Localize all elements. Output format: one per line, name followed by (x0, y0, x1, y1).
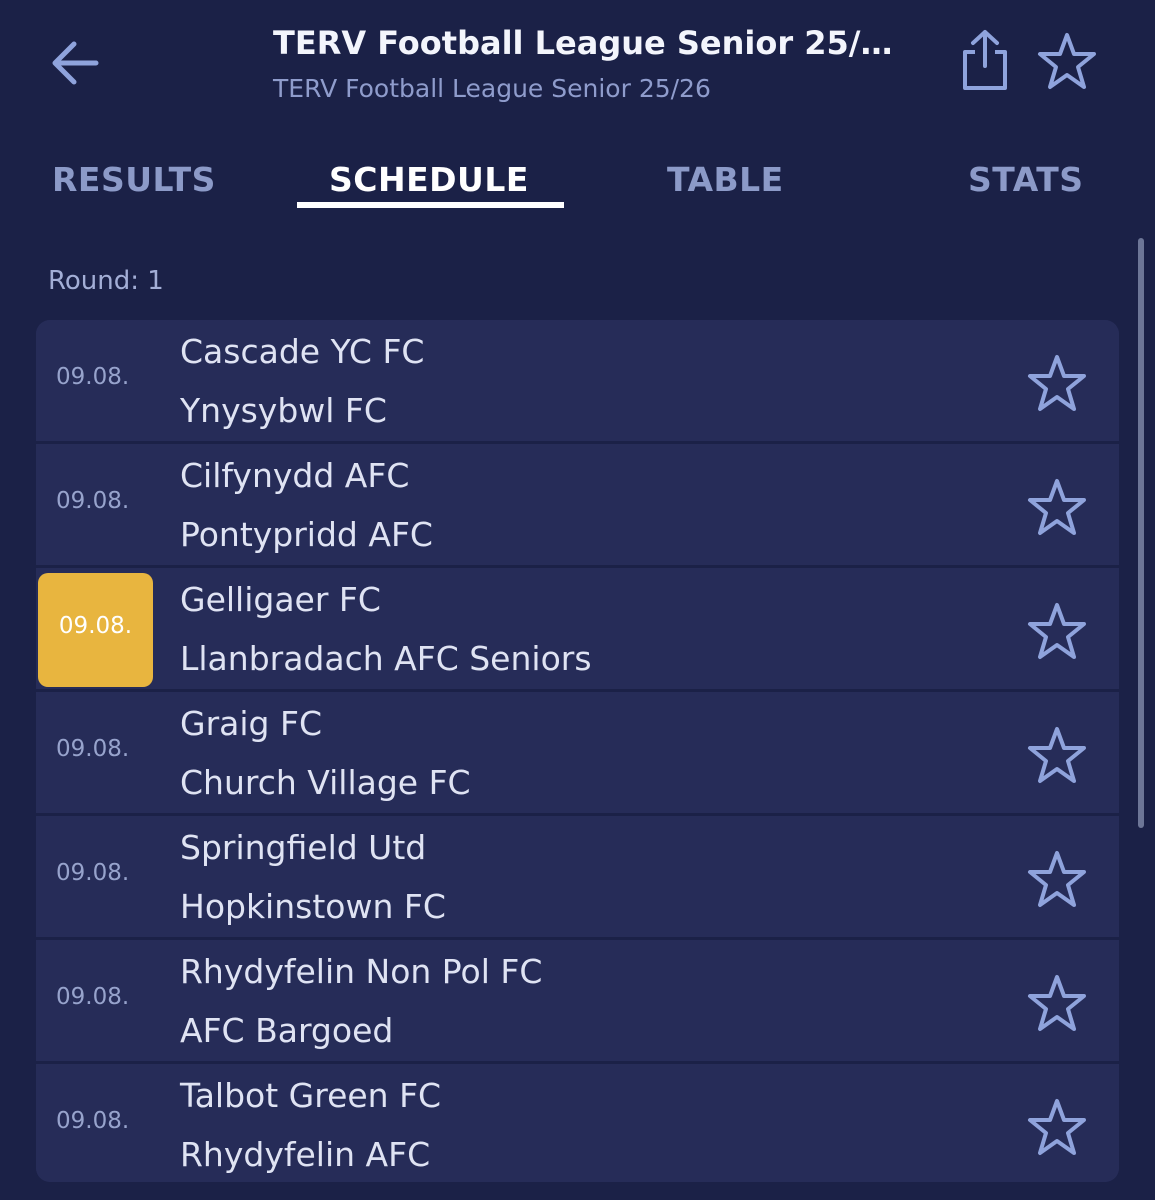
home-team: Springfield Utd (180, 828, 427, 867)
home-team: Cilfynydd AFC (180, 456, 410, 495)
tab-schedule[interactable]: SCHEDULE (329, 160, 529, 199)
match-date: 09.08. (58, 613, 133, 639)
tab-table[interactable]: TABLE (667, 160, 784, 199)
app-header: TERV Football League Senior 25/… TERV Fo… (0, 0, 1155, 130)
scrollbar[interactable] (1138, 238, 1144, 828)
match-date: 09.08. (56, 984, 130, 1010)
back-button[interactable] (48, 36, 102, 90)
tab-stats[interactable]: STATS (968, 160, 1083, 199)
home-team: Gelligaer FC (180, 580, 381, 619)
match-date-badge: 09.08. (38, 573, 153, 687)
match-date: 09.08. (56, 736, 130, 762)
home-team: Rhydyfelin Non Pol FC (180, 952, 543, 991)
page-subtitle: TERV Football League Senior 25/26 (273, 74, 711, 103)
match-list: 09.08. Cascade YC FC Ynysybwl FC 09.08. … (36, 320, 1119, 1182)
round-label: Round: 1 (48, 266, 164, 296)
match-row[interactable]: 09.08. Graig FC Church Village FC (36, 692, 1119, 816)
favorite-match-button[interactable] (1026, 974, 1088, 1032)
home-team: Talbot Green FC (180, 1076, 442, 1115)
star-outline-icon (1028, 355, 1086, 411)
match-row[interactable]: 09.08. Rhydyfelin Non Pol FC AFC Bargoed (36, 940, 1119, 1064)
away-team: AFC Bargoed (180, 1011, 394, 1050)
away-team: Ynysybwl FC (180, 391, 387, 430)
home-team: Cascade YC FC (180, 332, 425, 371)
match-row[interactable]: 09.08. Gelligaer FC Llanbradach AFC Seni… (36, 568, 1119, 692)
star-outline-icon (1028, 975, 1086, 1031)
match-date: 09.08. (56, 488, 130, 514)
page-title: TERV Football League Senior 25/… (273, 24, 893, 62)
match-row[interactable]: 09.08. Talbot Green FC Rhydyfelin AFC (36, 1064, 1119, 1182)
tab-bar: RESULTS SCHEDULE TABLE STATS (0, 150, 1155, 216)
favorite-match-button[interactable] (1026, 726, 1088, 784)
favorite-match-button[interactable] (1026, 602, 1088, 660)
star-outline-icon (1028, 603, 1086, 659)
star-outline-icon (1028, 479, 1086, 535)
active-tab-indicator (297, 202, 564, 208)
favorite-match-button[interactable] (1026, 478, 1088, 536)
tab-results[interactable]: RESULTS (52, 160, 216, 199)
match-row[interactable]: 09.08. Springfield Utd Hopkinstown FC (36, 816, 1119, 940)
star-outline-icon (1028, 851, 1086, 907)
match-row[interactable]: 09.08. Cascade YC FC Ynysybwl FC (36, 320, 1119, 444)
away-team: Pontypridd AFC (180, 515, 433, 554)
match-row[interactable]: 09.08. Cilfynydd AFC Pontypridd AFC (36, 444, 1119, 568)
away-team: Hopkinstown FC (180, 887, 446, 926)
arrow-left-icon (52, 41, 99, 85)
share-button[interactable] (958, 28, 1012, 92)
favorite-match-button[interactable] (1026, 850, 1088, 908)
favorite-match-button[interactable] (1026, 354, 1088, 412)
share-icon (963, 30, 1007, 90)
favorite-league-button[interactable] (1036, 32, 1098, 90)
star-outline-icon (1038, 33, 1096, 89)
home-team: Graig FC (180, 704, 322, 743)
favorite-match-button[interactable] (1026, 1098, 1088, 1156)
match-date: 09.08. (56, 364, 130, 390)
star-outline-icon (1028, 727, 1086, 783)
match-date: 09.08. (56, 1108, 130, 1134)
away-team: Church Village FC (180, 763, 471, 802)
away-team: Rhydyfelin AFC (180, 1135, 431, 1174)
away-team: Llanbradach AFC Seniors (180, 639, 592, 678)
star-outline-icon (1028, 1099, 1086, 1155)
match-date: 09.08. (56, 860, 130, 886)
